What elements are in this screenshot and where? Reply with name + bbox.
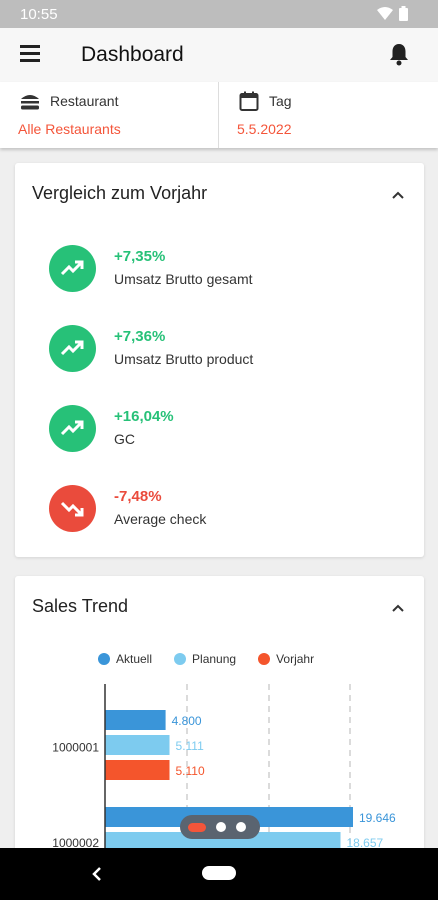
chart-bar bbox=[105, 735, 170, 755]
page-dot[interactable] bbox=[236, 822, 246, 832]
kpi-circle bbox=[49, 485, 96, 532]
wifi-icon bbox=[377, 6, 393, 20]
trending-up-icon bbox=[60, 260, 84, 276]
chart-category-label: 1000001 bbox=[52, 741, 99, 755]
home-button[interactable] bbox=[202, 866, 236, 880]
calendar-icon bbox=[239, 91, 259, 111]
kpi-item: +16,04% GC bbox=[49, 401, 409, 457]
status-time: 10:55 bbox=[20, 6, 58, 23]
kpi-item: +7,35% Umsatz Brutto gesamt bbox=[49, 241, 409, 297]
kpi-item: +7,36% Umsatz Brutto product bbox=[49, 321, 409, 377]
comparison-title: Vergleich zum Vorjahr bbox=[32, 183, 208, 203]
restaurant-filter[interactable]: Restaurant Alle Restaurants bbox=[0, 82, 219, 148]
trending-up-icon bbox=[60, 420, 84, 436]
bell-icon bbox=[390, 44, 408, 66]
page-title: Dashboard bbox=[81, 43, 184, 66]
back-icon bbox=[92, 867, 101, 881]
page-indicator bbox=[180, 815, 260, 839]
filter-bar: Restaurant Alle Restaurants Tag 5.5.2022 bbox=[0, 82, 438, 148]
kpi-value: +7,36% bbox=[114, 328, 166, 345]
kpi-circle bbox=[49, 405, 96, 452]
page-dot-active[interactable] bbox=[188, 822, 206, 832]
kpi-label: GC bbox=[114, 431, 135, 447]
chart-data-label: 5.110 bbox=[176, 764, 205, 778]
day-filter-label: Tag bbox=[269, 93, 292, 109]
comparison-card: Vergleich zum Vorjahr +7,35% Umsatz Brut… bbox=[15, 163, 424, 557]
chart-data-label: 4.800 bbox=[172, 714, 202, 728]
kpi-value: +16,04% bbox=[114, 408, 174, 425]
day-filter[interactable]: Tag 5.5.2022 bbox=[219, 82, 438, 148]
back-button[interactable] bbox=[90, 865, 104, 883]
app-bar: Dashboard bbox=[0, 28, 438, 82]
kpi-item: -7,48% Average check bbox=[49, 481, 409, 537]
kpi-circle bbox=[49, 245, 96, 292]
kpi-circle bbox=[49, 325, 96, 372]
restaurant-filter-value: Alle Restaurants bbox=[18, 121, 121, 137]
page-dot[interactable] bbox=[216, 822, 226, 832]
battery-icon bbox=[399, 6, 408, 21]
chart-bar bbox=[105, 710, 166, 730]
system-nav-bar bbox=[0, 848, 438, 900]
trending-up-icon bbox=[60, 340, 84, 356]
kpi-label: Umsatz Brutto product bbox=[114, 351, 254, 367]
chart-data-label: 19.646 bbox=[359, 811, 396, 825]
trending-down-icon bbox=[60, 501, 84, 517]
day-filter-value: 5.5.2022 bbox=[237, 121, 292, 137]
comparison-collapse-button[interactable] bbox=[388, 185, 408, 205]
chevron-up-icon bbox=[392, 191, 404, 199]
kpi-value: -7,48% bbox=[114, 488, 162, 505]
status-bar: 10:55 bbox=[0, 0, 438, 28]
kpi-label: Average check bbox=[114, 511, 207, 527]
kpi-value: +7,35% bbox=[114, 248, 166, 265]
menu-icon bbox=[20, 45, 42, 62]
notifications-button[interactable] bbox=[388, 42, 410, 66]
kpi-label: Umsatz Brutto gesamt bbox=[114, 271, 253, 287]
chart-bar bbox=[105, 760, 170, 780]
chart-data-label: 5.111 bbox=[176, 739, 205, 753]
restaurant-filter-label: Restaurant bbox=[50, 93, 119, 109]
menu-button[interactable] bbox=[20, 45, 42, 65]
status-icons bbox=[377, 6, 408, 21]
burger-icon bbox=[21, 95, 39, 110]
